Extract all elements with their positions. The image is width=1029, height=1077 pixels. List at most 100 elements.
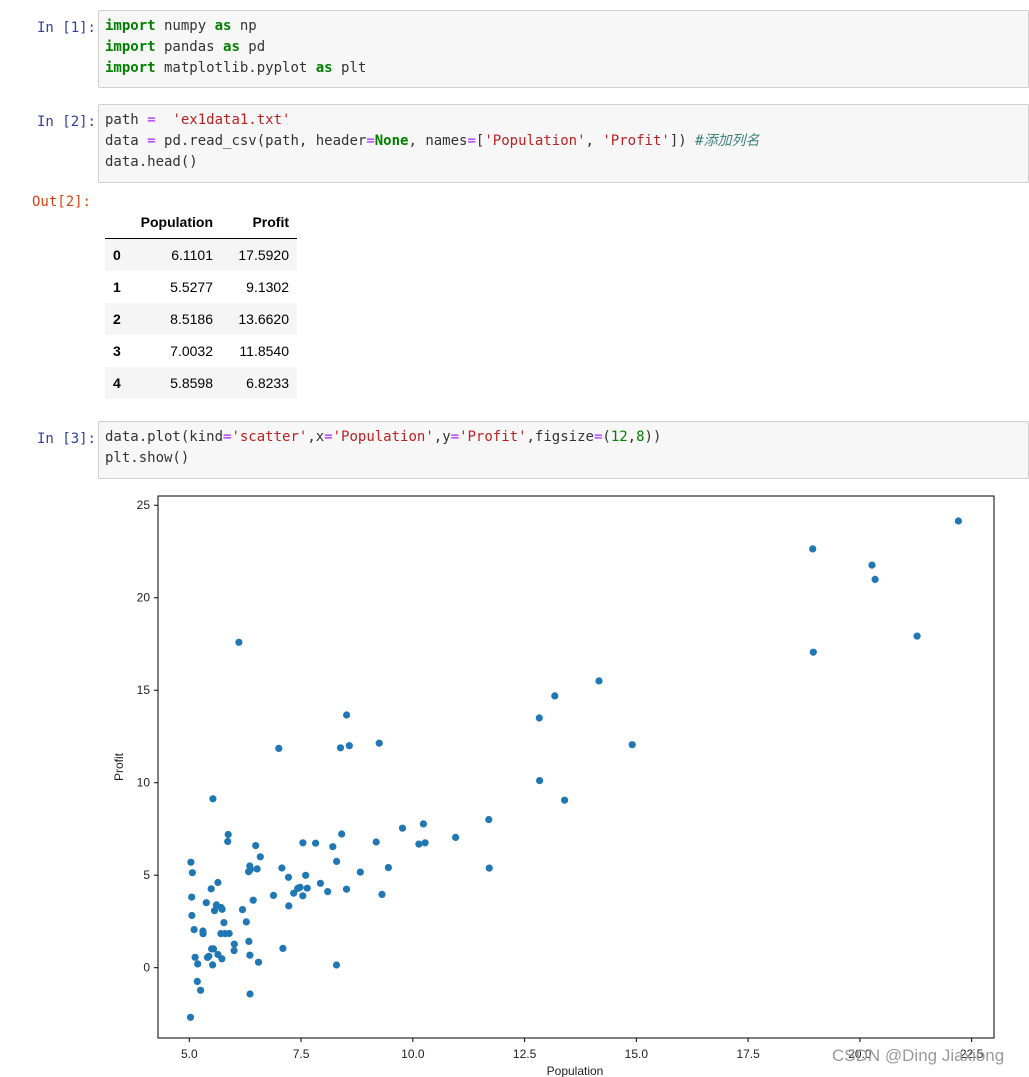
code-token: 'Profit' bbox=[602, 133, 670, 149]
code-token: 'Profit' bbox=[459, 429, 527, 445]
code-editor[interactable]: import numpy as np import pandas as pd imp… bbox=[98, 10, 1029, 88]
code-token: ,x bbox=[307, 429, 325, 445]
code-token: import bbox=[105, 18, 156, 34]
data-point bbox=[186, 1013, 195, 1021]
input-prompt: In [1]: bbox=[36, 20, 96, 36]
data-point bbox=[303, 884, 311, 892]
table-cell: 9.1302 bbox=[246, 279, 289, 295]
data-point bbox=[302, 871, 310, 879]
x-tick-label: 17.5 bbox=[736, 1047, 760, 1061]
code-token: matplotlib.pyplot bbox=[155, 60, 316, 76]
code-token: = bbox=[324, 429, 333, 445]
code-token: plt bbox=[332, 60, 367, 76]
y-tick-label: 10 bbox=[137, 776, 151, 790]
data-point bbox=[212, 901, 220, 909]
x-axis-label: Population bbox=[547, 1064, 604, 1077]
code-token: ]) bbox=[669, 133, 696, 149]
data-point bbox=[372, 838, 380, 846]
y-tick-label: 20 bbox=[137, 591, 151, 605]
data-point bbox=[342, 885, 351, 893]
table-row: 2 8.5186 13.6620 bbox=[105, 303, 297, 335]
data-point bbox=[384, 864, 392, 872]
data-point bbox=[218, 905, 226, 913]
data-point bbox=[252, 842, 260, 850]
data-point bbox=[246, 990, 254, 998]
input-prompt: In [3]: bbox=[36, 431, 96, 447]
data-point bbox=[338, 830, 346, 838]
x-tick-label: 15.0 bbox=[625, 1047, 649, 1061]
data-point bbox=[269, 891, 278, 899]
data-point bbox=[230, 940, 238, 948]
data-point bbox=[595, 677, 603, 685]
data-point bbox=[954, 517, 963, 525]
data-point bbox=[329, 843, 337, 851]
code-token: ,y bbox=[433, 429, 451, 445]
code-token: , bbox=[627, 429, 637, 445]
data-point bbox=[868, 561, 876, 569]
y-tick-label: 25 bbox=[137, 498, 151, 512]
code-line: import matplotlib.pyplot as plt bbox=[105, 58, 1022, 79]
data-point bbox=[535, 714, 543, 722]
data-point bbox=[485, 864, 493, 872]
data-point bbox=[356, 868, 364, 876]
table-cell: 5.5277 bbox=[170, 279, 213, 295]
index-header bbox=[105, 206, 135, 239]
data-point bbox=[324, 888, 332, 896]
code-token: = bbox=[366, 133, 375, 149]
data-point bbox=[188, 911, 196, 920]
code-token: ( bbox=[602, 429, 611, 445]
data-point bbox=[284, 873, 293, 881]
data-point bbox=[485, 816, 493, 824]
scatter-plot: 2520151050 5.0 7.5 10.0 12.5 15.0 17.5 20.0 22.… bbox=[112, 495, 995, 1077]
input-prompt: In [2]: bbox=[36, 114, 96, 130]
data-point bbox=[278, 864, 286, 872]
code-token: as bbox=[315, 60, 333, 76]
data-point bbox=[312, 839, 320, 847]
row-index: 3 bbox=[113, 343, 121, 359]
data-point bbox=[419, 820, 427, 828]
code-token: 'scatter' bbox=[231, 429, 308, 445]
data-point bbox=[209, 795, 217, 803]
code-token: , names bbox=[408, 133, 468, 149]
data-point bbox=[202, 899, 210, 907]
data-point bbox=[415, 840, 423, 848]
code-token: as bbox=[214, 18, 232, 34]
data-point bbox=[190, 926, 198, 934]
dataframe-table: Population Profit 0 6.1101 17.5920 1 5.5277 9… bbox=[105, 206, 297, 399]
data-point bbox=[628, 741, 636, 749]
code-token: 12 bbox=[610, 429, 628, 445]
data-point bbox=[187, 858, 195, 866]
code-editor[interactable]: path = 'ex1data1.txt' data = pd.read_csv(… bbox=[98, 104, 1029, 183]
x-tick-label: 10.0 bbox=[401, 1047, 425, 1061]
code-token: data.head() bbox=[105, 154, 198, 170]
data-point bbox=[913, 632, 921, 640]
data-point bbox=[245, 937, 253, 945]
code-token: )) bbox=[644, 429, 662, 445]
data-point bbox=[561, 796, 569, 804]
data-point bbox=[871, 575, 879, 583]
code-token: numpy bbox=[155, 18, 215, 34]
data-point bbox=[218, 955, 226, 963]
data-point bbox=[536, 777, 544, 785]
table-cell: 6.8233 bbox=[246, 375, 289, 391]
data-point bbox=[809, 648, 817, 656]
code-editor[interactable]: data.plot(kind='scatter',x='Population',… bbox=[98, 421, 1029, 479]
code-token: np bbox=[231, 18, 257, 34]
code-token: = bbox=[467, 133, 476, 149]
data-point bbox=[191, 953, 199, 961]
data-point bbox=[246, 862, 254, 870]
y-tick-label: 5 bbox=[143, 868, 150, 882]
data-point bbox=[224, 837, 232, 846]
code-token: = bbox=[147, 112, 156, 128]
code-token: data.plot(kind bbox=[105, 429, 224, 445]
code-token: 'Population' bbox=[332, 429, 434, 445]
code-token: import bbox=[105, 39, 156, 55]
table-cell: 11.8540 bbox=[239, 343, 289, 359]
data-point bbox=[254, 958, 263, 966]
table-cell: 17.5920 bbox=[238, 247, 289, 263]
data-point bbox=[209, 961, 217, 969]
code-line: data.head() bbox=[105, 152, 1022, 173]
y-axis-label: Profit bbox=[112, 752, 126, 781]
data-point bbox=[253, 865, 261, 873]
table-cell: 6.1101 bbox=[171, 247, 213, 263]
